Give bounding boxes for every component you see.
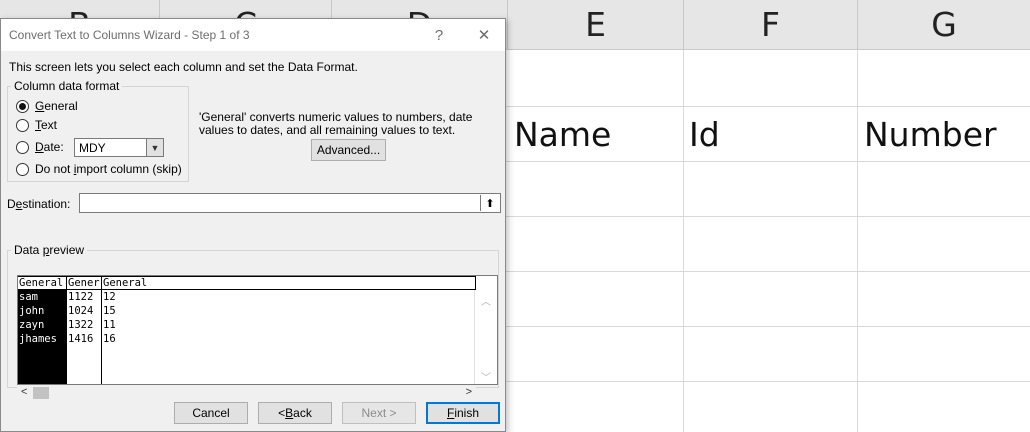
radio-skip[interactable]: Do not import column (skip): [16, 162, 182, 176]
radio-general[interactable]: General: [16, 99, 78, 113]
radio-label: Text: [35, 118, 58, 132]
destination-input[interactable]: ⬆: [79, 193, 501, 213]
preview-vertical-scrollbar[interactable]: ︿ ﹀: [474, 290, 497, 384]
date-format-select[interactable]: MDY ▼: [74, 138, 164, 157]
preview-cell: sam: [19, 291, 38, 303]
preview-cell: 1416: [68, 333, 94, 345]
preview-horizontal-scrollbar[interactable]: < >: [17, 385, 476, 401]
preview-column-header: General: [18, 276, 66, 290]
grid-line: [857, 50, 858, 432]
data-preview-table[interactable]: General sam john zayn jhames Gener 1122 …: [17, 275, 498, 385]
preview-cell: 1024: [68, 305, 94, 317]
next-button[interactable]: Next >: [342, 402, 416, 424]
radio-text[interactable]: Text: [16, 118, 57, 132]
dialog-titlebar[interactable]: Convert Text to Columns Wizard - Step 1 …: [1, 19, 505, 51]
preview-cell: 16: [103, 333, 116, 345]
cell-f2[interactable]: Id: [689, 115, 720, 154]
radio-label: Date:: [35, 140, 64, 154]
advanced-button[interactable]: Advanced...: [311, 139, 386, 161]
wizard-description: This screen lets you select each column …: [9, 60, 358, 74]
grid-line: [683, 50, 684, 432]
preview-cell: jhames: [19, 333, 57, 345]
scroll-down-icon[interactable]: ﹀: [481, 369, 491, 384]
radio-label: General: [35, 99, 78, 113]
preview-column-2[interactable]: Gener 1122 1024 1322 1416: [67, 276, 101, 384]
radio-label: Do not import column (skip): [35, 162, 182, 176]
scrollbar-thumb[interactable]: [33, 387, 49, 399]
column-format-legend: Column data format: [11, 79, 123, 93]
radio-date[interactable]: Date:: [16, 140, 64, 154]
date-format-value: MDY: [79, 141, 106, 155]
scroll-right-icon[interactable]: >: [466, 386, 472, 398]
close-button[interactable]: ✕: [469, 24, 499, 46]
cancel-button[interactable]: Cancel: [174, 402, 248, 424]
help-button[interactable]: ?: [424, 24, 454, 46]
column-header-e[interactable]: E: [508, 0, 684, 50]
preview-cell: 1122: [68, 291, 94, 303]
radio-button[interactable]: [16, 118, 29, 132]
dialog-title: Convert Text to Columns Wizard - Step 1 …: [9, 28, 250, 42]
preview-column-3[interactable]: General 12 15 11 16: [102, 276, 475, 384]
destination-label: Destination:: [7, 197, 71, 211]
column-header-g[interactable]: G: [858, 0, 1030, 50]
preview-cell: 1322: [68, 319, 94, 331]
radio-button[interactable]: [16, 140, 29, 154]
preview-column-1[interactable]: General sam john zayn jhames: [18, 276, 66, 384]
preview-cell: 12: [103, 291, 116, 303]
finish-button[interactable]: Finish: [426, 402, 500, 424]
cell-e2[interactable]: Name: [514, 115, 611, 154]
cell-g2[interactable]: Number: [864, 115, 997, 154]
collapse-dialog-icon[interactable]: ⬆: [480, 195, 499, 211]
close-icon: ✕: [477, 27, 491, 44]
data-preview-legend: Data preview: [11, 243, 88, 257]
preview-column-header: Gener: [67, 276, 101, 290]
preview-column-header: General: [102, 276, 475, 290]
preview-cell: 11: [103, 319, 116, 331]
radio-button[interactable]: [16, 162, 29, 176]
preview-cell: john: [19, 305, 45, 317]
back-button[interactable]: < Back: [258, 402, 332, 424]
preview-cell: 15: [103, 305, 116, 317]
scroll-left-icon[interactable]: <: [21, 386, 27, 398]
format-info-text: 'General' converts numeric values to num…: [199, 110, 473, 137]
preview-cell: zayn: [19, 319, 45, 331]
radio-button[interactable]: [16, 99, 29, 113]
scroll-up-icon[interactable]: ︿: [481, 293, 491, 308]
column-break-line: [475, 276, 476, 290]
text-to-columns-dialog: Convert Text to Columns Wizard - Step 1 …: [0, 18, 506, 432]
chevron-down-icon[interactable]: ▼: [146, 139, 163, 156]
help-icon: ?: [434, 26, 444, 44]
column-header-f[interactable]: F: [684, 0, 858, 50]
